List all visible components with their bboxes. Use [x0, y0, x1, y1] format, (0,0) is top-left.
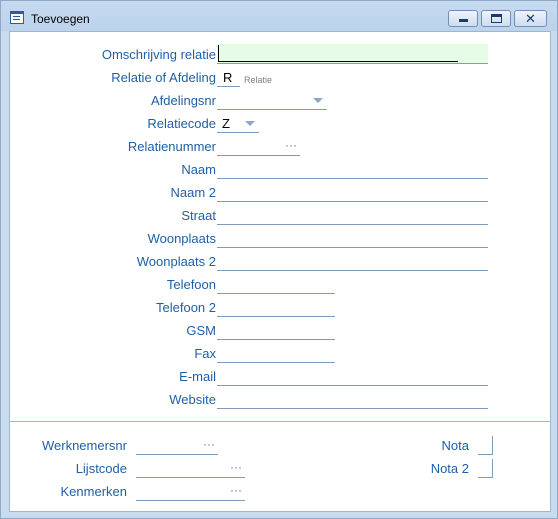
- relatie-afdeling-field[interactable]: R: [217, 68, 240, 87]
- nota-checkbox[interactable]: [478, 436, 493, 455]
- maximize-icon: [491, 14, 502, 23]
- afdelingsnr-dropdown[interactable]: [217, 91, 327, 110]
- label-omschrijving: Omschrijving relatie: [101, 47, 216, 62]
- lookup-ellipsis-icon[interactable]: ···: [230, 459, 242, 475]
- input-underline: [219, 61, 458, 62]
- maximize-button[interactable]: [481, 10, 511, 27]
- kenmerken-field[interactable]: ···: [136, 482, 245, 501]
- close-icon: ✕: [525, 11, 536, 26]
- label-telefoon2: Telefoon 2: [156, 300, 216, 315]
- lookup-ellipsis-icon[interactable]: ···: [230, 482, 242, 498]
- label-woonplaats: Woonplaats: [147, 231, 216, 246]
- close-button[interactable]: ✕: [514, 10, 547, 27]
- label-relatie-afdeling: Relatie of Afdeling: [111, 70, 216, 85]
- omschrijving-field[interactable]: [217, 44, 488, 64]
- relatienummer-field[interactable]: ···: [217, 137, 300, 156]
- section-divider: [10, 421, 550, 423]
- dialog-window: Toevoegen ✕ Omschrijving relatie Relatie…: [0, 0, 558, 519]
- label-telefoon: Telefoon: [166, 277, 216, 292]
- label-relatiecode: Relatiecode: [147, 116, 216, 131]
- label-straat: Straat: [181, 208, 216, 223]
- minimize-icon: [459, 19, 468, 22]
- form-panel: Omschrijving relatie Relatie of Afdeling…: [9, 31, 551, 512]
- label-werknemersnr: Werknemersnr: [41, 438, 127, 453]
- chevron-down-icon: [245, 121, 255, 126]
- woonplaats-field[interactable]: [217, 229, 488, 248]
- telefoon-field[interactable]: [217, 275, 335, 294]
- lookup-ellipsis-icon[interactable]: ···: [203, 436, 215, 452]
- title-bar[interactable]: Toevoegen ✕: [1, 1, 557, 31]
- window-title: Toevoegen: [31, 12, 90, 26]
- label-afdelingsnr: Afdelingsnr: [150, 93, 216, 108]
- label-kenmerken: Kenmerken: [60, 484, 127, 499]
- nota2-checkbox[interactable]: [478, 459, 493, 478]
- website-field[interactable]: [217, 390, 488, 409]
- label-fax: Fax: [194, 346, 216, 361]
- label-naam2: Naam 2: [170, 185, 216, 200]
- relatiecode-dropdown[interactable]: Z: [217, 114, 259, 133]
- label-naam: Naam: [181, 162, 216, 177]
- gsm-field[interactable]: [217, 321, 335, 340]
- relatie-afdeling-value: R: [223, 70, 233, 85]
- label-email: E-mail: [179, 369, 216, 384]
- text-cursor: [218, 45, 219, 62]
- naam-field[interactable]: [217, 160, 488, 179]
- email-field[interactable]: [217, 367, 488, 386]
- form-icon: [10, 11, 24, 24]
- label-gsm: GSM: [186, 323, 216, 338]
- minimize-button[interactable]: [448, 10, 478, 27]
- woonplaats2-field[interactable]: [217, 252, 488, 271]
- relatie-afdeling-hint: Relatie: [244, 75, 273, 85]
- label-website: Website: [169, 392, 216, 407]
- naam2-field[interactable]: [217, 183, 488, 202]
- straat-field[interactable]: [217, 206, 488, 225]
- label-lijstcode: Lijstcode: [75, 461, 127, 476]
- label-nota: Nota: [441, 438, 469, 453]
- relatiecode-value: Z: [222, 116, 230, 131]
- label-woonplaats2: Woonplaats 2: [136, 254, 216, 269]
- label-relatienummer: Relatienummer: [127, 139, 216, 154]
- chevron-down-icon: [313, 98, 323, 103]
- label-nota2: Nota 2: [430, 461, 469, 476]
- fax-field[interactable]: [217, 344, 335, 363]
- lijstcode-field[interactable]: ···: [136, 459, 245, 478]
- lookup-ellipsis-icon[interactable]: ···: [285, 137, 297, 153]
- telefoon2-field[interactable]: [217, 298, 335, 317]
- werknemersnr-field[interactable]: ···: [136, 436, 218, 455]
